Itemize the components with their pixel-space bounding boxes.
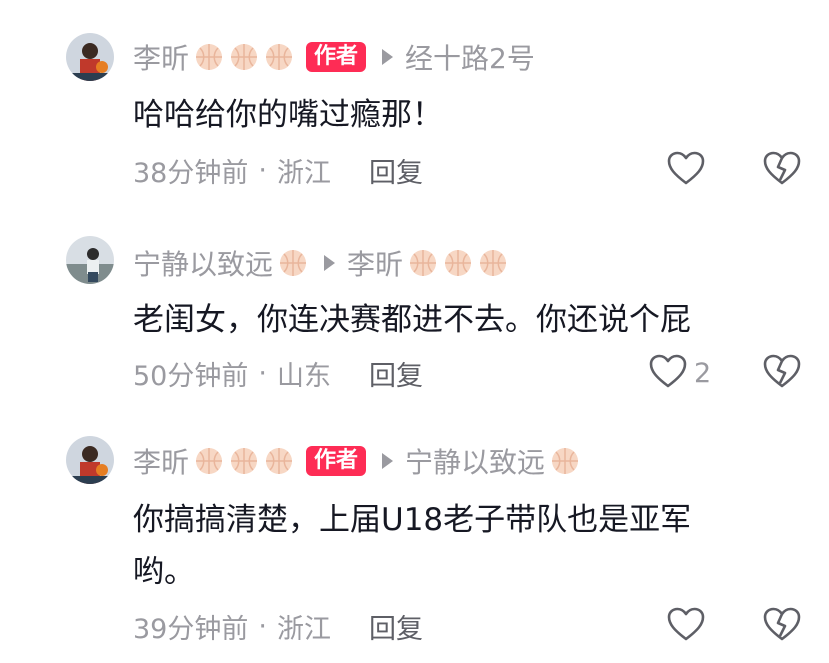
comment-location: 山东 xyxy=(276,360,331,392)
avatar[interactable] xyxy=(66,33,114,81)
comment-time: 50分钟前 xyxy=(133,360,249,392)
play-arrow-icon xyxy=(382,453,394,469)
broken-heart-icon xyxy=(762,150,802,190)
author-name[interactable]: 宁静以致远 xyxy=(133,243,273,283)
like-button[interactable]: 2 xyxy=(648,353,711,393)
comment-meta: 38分钟前 · 浙江 回复 xyxy=(133,150,423,190)
comment-header: 宁静以致远 李昕 xyxy=(133,243,508,283)
comment-text: 老闺女，你连决赛都进不去。你还说个屁 xyxy=(133,302,691,338)
comment-time: 39分钟前 xyxy=(133,613,249,645)
comment-meta: 39分钟前 · 浙江 回复 xyxy=(133,606,423,646)
basketball-emoji-icon xyxy=(194,446,224,476)
separator: · xyxy=(258,610,267,642)
comment-text: 哈哈给你的嘴过瘾那！ xyxy=(133,97,443,133)
comment-location: 浙江 xyxy=(276,157,331,189)
broken-heart-icon xyxy=(762,353,802,393)
author-badge: 作者 xyxy=(306,446,367,476)
comment-text: 你搞搞清楚，上届U18老子带队也是亚军哟。 xyxy=(133,502,692,590)
separator: · xyxy=(258,357,267,389)
heart-outline-icon xyxy=(666,606,706,646)
reply-button[interactable]: 回复 xyxy=(369,354,423,393)
reply-target-name[interactable]: 李昕 xyxy=(347,243,403,283)
basketball-emoji-icon xyxy=(264,446,294,476)
basketball-emoji-icon xyxy=(478,248,508,278)
separator: · xyxy=(258,154,267,186)
basketball-emoji-icon xyxy=(264,42,294,72)
basketball-emoji-icon xyxy=(443,248,473,278)
basketball-emoji-icon xyxy=(229,446,259,476)
comment-meta: 50分钟前 · 山东 回复 xyxy=(133,353,423,393)
like-count: 2 xyxy=(694,357,712,389)
basketball-emoji-icon xyxy=(550,446,580,476)
play-arrow-icon xyxy=(324,255,336,271)
author-name[interactable]: 李昕 xyxy=(133,441,189,481)
reply-button[interactable]: 回复 xyxy=(369,607,423,646)
broken-heart-icon xyxy=(762,606,802,646)
comment-location: 浙江 xyxy=(276,613,331,645)
comment-header: 李昕 作者 宁静以致远 xyxy=(133,441,580,481)
dislike-button[interactable] xyxy=(762,353,802,393)
reply-target-name[interactable]: 宁静以致远 xyxy=(405,441,545,481)
like-button[interactable] xyxy=(666,150,706,190)
basketball-emoji-icon xyxy=(194,42,224,72)
avatar[interactable] xyxy=(66,436,114,484)
heart-outline-icon xyxy=(666,150,706,190)
basketball-emoji-icon xyxy=(229,42,259,72)
reply-button[interactable]: 回复 xyxy=(369,151,423,190)
author-badge: 作者 xyxy=(306,42,367,72)
comment-time: 38分钟前 xyxy=(133,157,249,189)
comment-header: 李昕 作者 经十路2号 xyxy=(133,37,535,77)
basketball-emoji-icon xyxy=(278,248,308,278)
heart-outline-icon xyxy=(648,353,688,393)
basketball-emoji-icon xyxy=(408,248,438,278)
play-arrow-icon xyxy=(382,49,394,65)
avatar[interactable] xyxy=(66,236,114,284)
like-button[interactable] xyxy=(666,606,706,646)
dislike-button[interactable] xyxy=(762,150,802,190)
author-name[interactable]: 李昕 xyxy=(133,37,189,77)
dislike-button[interactable] xyxy=(762,606,802,646)
reply-target-name[interactable]: 经十路2号 xyxy=(405,37,535,77)
